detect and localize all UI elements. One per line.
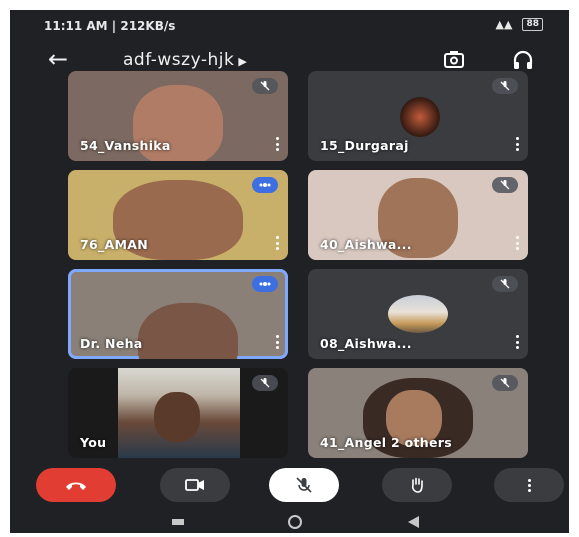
participant-tile[interactable]: 41_Angel 2 others (308, 368, 528, 458)
participant-name: 40_Aishwa... (320, 237, 412, 252)
participant-video (138, 303, 238, 359)
participant-name: 08_Aishwa... (320, 336, 412, 351)
speaking-indicator-icon (252, 276, 278, 292)
meeting-code: adf-wszy-hjk (123, 50, 235, 70)
more-vert-icon[interactable] (276, 236, 280, 250)
more-options-button[interactable] (494, 468, 564, 502)
participant-tile[interactable]: 76_AMAN (68, 170, 288, 260)
more-vert-icon (527, 478, 531, 492)
raise-hand-button[interactable] (382, 468, 452, 502)
call-controls (10, 468, 569, 508)
participant-name: Dr. Neha (80, 336, 143, 351)
back-nav-icon[interactable] (408, 516, 419, 528)
avatar (400, 97, 440, 137)
more-vert-icon[interactable] (516, 236, 520, 250)
system-nav-bar (10, 512, 569, 533)
speaking-indicator-icon (252, 177, 278, 193)
avatar (388, 295, 448, 333)
more-vert-icon[interactable] (276, 137, 280, 151)
end-call-button[interactable] (36, 468, 116, 502)
more-vert-icon[interactable] (516, 137, 520, 151)
self-tile[interactable]: You (68, 368, 288, 458)
camera-button[interactable] (160, 468, 230, 502)
more-vert-icon[interactable] (276, 335, 280, 349)
mic-off-icon (492, 78, 518, 94)
others-count: 2 others (390, 435, 452, 450)
hand-raise-icon (411, 477, 423, 493)
status-icons: ▲▲ 88 (496, 18, 543, 31)
participant-name: 54_Vanshika (80, 138, 171, 153)
participant-name: 15_Durgaraj (320, 138, 409, 153)
switch-camera-icon[interactable] (442, 48, 466, 72)
status-time: 11:11 AM | 212KB/s (44, 19, 176, 33)
self-name: You (80, 435, 107, 450)
mic-off-icon (492, 177, 518, 193)
headphones-icon[interactable] (511, 48, 535, 72)
mic-off-icon (296, 477, 312, 493)
battery-icon: 88 (522, 18, 543, 31)
status-bar: 11:11 AM | 212KB/s ▲▲ 88 (10, 10, 569, 40)
participant-tile[interactable]: 15_Durgaraj (308, 71, 528, 161)
participant-tile[interactable]: 54_Vanshika (68, 71, 288, 161)
mic-off-icon (252, 375, 278, 391)
mic-off-icon (252, 78, 278, 94)
home-nav-icon[interactable] (288, 515, 302, 529)
videocam-icon (185, 479, 204, 491)
caret-right-icon: ▶ (238, 55, 248, 68)
more-vert-icon[interactable] (516, 335, 520, 349)
recents-nav-icon[interactable] (172, 519, 184, 525)
mic-off-icon (492, 375, 518, 391)
signal-icon: ▲▲ (495, 18, 513, 31)
mic-off-icon (492, 276, 518, 292)
participant-tile[interactable]: Dr. Neha (68, 269, 288, 359)
mic-button[interactable] (269, 468, 339, 502)
arrow-back-icon[interactable]: ← (48, 45, 68, 73)
participant-name: 76_AMAN (80, 237, 148, 252)
participant-tile[interactable]: 08_Aishwa... (308, 269, 528, 359)
phone-screen: 11:11 AM | 212KB/s ▲▲ 88 ← adf-wszy-hjk ▶… (10, 10, 569, 533)
participant-tile[interactable]: 40_Aishwa... (308, 170, 528, 260)
self-face (154, 392, 200, 442)
call-end-icon (66, 482, 86, 490)
meeting-code-button[interactable]: adf-wszy-hjk ▶ (123, 50, 247, 70)
participant-name: 41_Angel 2 others (320, 435, 452, 450)
